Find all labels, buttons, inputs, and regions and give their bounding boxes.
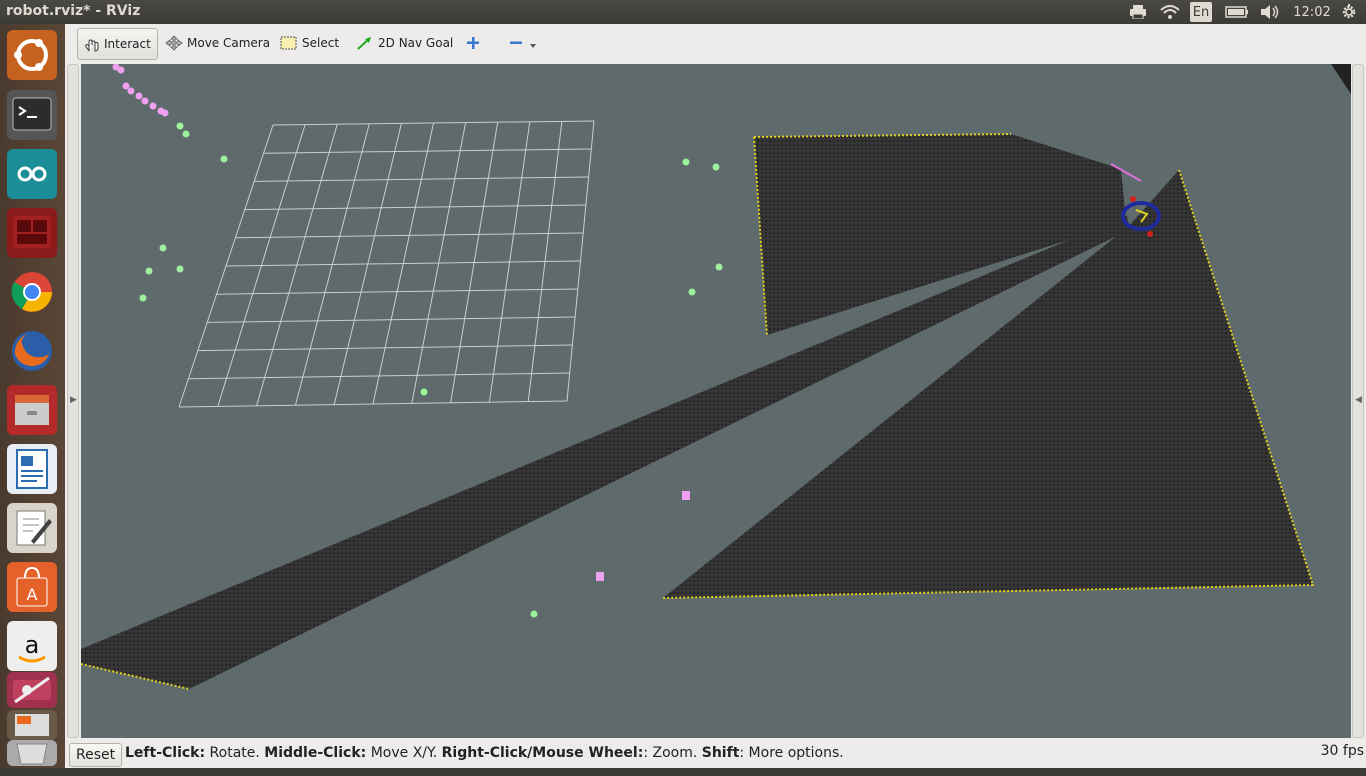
trash-button[interactable] bbox=[7, 740, 57, 766]
waypoint-marker bbox=[139, 294, 147, 302]
wifi-icon[interactable] bbox=[1158, 2, 1182, 22]
nav-goal-arrow-icon bbox=[357, 37, 371, 50]
left-panel-toggle[interactable]: ▶ bbox=[67, 64, 79, 738]
battery-icon[interactable] bbox=[1224, 2, 1250, 22]
3d-viewport[interactable] bbox=[81, 64, 1351, 738]
mouse-hint-text: Left-Click: Rotate. Middle-Click: Move X… bbox=[125, 745, 844, 761]
firefox-button[interactable] bbox=[7, 326, 57, 376]
trajectory-marker bbox=[122, 82, 130, 90]
ubuntu-dash-button[interactable] bbox=[7, 30, 57, 80]
chrome-icon bbox=[11, 272, 52, 312]
waypoint-marker bbox=[530, 610, 538, 618]
amazon-icon: a bbox=[18, 631, 46, 663]
hand-icon bbox=[85, 39, 99, 52]
file-manager-icon bbox=[15, 395, 49, 425]
ground-grid bbox=[178, 120, 595, 408]
amazon-button[interactable]: a bbox=[7, 621, 57, 671]
waypoint-marker bbox=[715, 263, 723, 271]
expand-right-icon: ◀ bbox=[1355, 395, 1362, 405]
waypoint-marker bbox=[712, 163, 720, 171]
expand-left-icon: ▶ bbox=[70, 395, 77, 405]
nav-goal-tool-button[interactable]: 2D Nav Goal bbox=[350, 28, 459, 58]
trajectory-marker bbox=[135, 92, 143, 100]
waypoint-marker bbox=[682, 158, 690, 166]
trajectory-markers bbox=[112, 64, 690, 581]
volume-icon[interactable] bbox=[1258, 2, 1282, 22]
text-editor-button[interactable] bbox=[7, 503, 57, 553]
remove-tool-button[interactable] bbox=[503, 28, 547, 58]
launcher: A a bbox=[0, 24, 65, 768]
trajectory-marker bbox=[141, 97, 149, 105]
clock[interactable]: 12:02 bbox=[1292, 2, 1332, 22]
select-tool-button[interactable]: Select bbox=[274, 28, 345, 58]
text-editor-icon bbox=[16, 510, 52, 546]
printer-icon[interactable] bbox=[1128, 2, 1148, 22]
select-icon bbox=[280, 36, 297, 50]
arduino-button[interactable] bbox=[7, 149, 57, 199]
libreoffice-writer-button[interactable] bbox=[7, 444, 57, 494]
rviz-window: Interact Move Camera Select 2D Nav Goal … bbox=[65, 24, 1366, 768]
hint-key: Right-Click/Mouse Wheel: bbox=[441, 745, 644, 761]
hint-action: : Zoom. bbox=[643, 745, 702, 761]
tool-bar: Interact Move Camera Select 2D Nav Goal bbox=[65, 24, 1366, 64]
move-camera-tool-button[interactable]: Move Camera bbox=[159, 28, 276, 58]
waypoint-marker bbox=[159, 244, 167, 252]
move-camera-icon bbox=[165, 35, 183, 51]
hint-key: Shift bbox=[701, 745, 740, 761]
interact-label: Interact bbox=[104, 37, 151, 51]
waypoint-marker bbox=[176, 265, 184, 273]
terminal-red-icon bbox=[13, 216, 51, 248]
waypoint-marker bbox=[420, 388, 428, 396]
plus-icon bbox=[467, 37, 479, 49]
waypoint-marker bbox=[220, 155, 228, 163]
right-panel-toggle[interactable]: ◀ bbox=[1352, 64, 1364, 738]
terminal-button[interactable] bbox=[7, 90, 57, 140]
keyboard-layout-indicator[interactable]: En bbox=[1190, 2, 1212, 22]
trajectory-marker bbox=[127, 87, 135, 95]
status-bar: Reset Left-Click: Rotate. Middle-Click: … bbox=[65, 740, 1366, 768]
file-manager-button[interactable] bbox=[7, 385, 57, 435]
select-label: Select bbox=[302, 36, 340, 50]
gear-icon[interactable] bbox=[1338, 2, 1360, 22]
minus-icon bbox=[510, 41, 522, 44]
hint-key: Left-Click: bbox=[125, 745, 206, 761]
ubuntu-dash-icon bbox=[14, 39, 48, 71]
trajectory-marker bbox=[682, 491, 690, 500]
svg-text:A: A bbox=[27, 585, 38, 604]
trash-icon bbox=[16, 743, 48, 765]
add-tool-button[interactable] bbox=[460, 28, 490, 58]
waypoint-marker bbox=[176, 122, 184, 130]
trajectory-marker bbox=[596, 572, 604, 581]
chevron-down-icon bbox=[530, 44, 536, 48]
software-center-button[interactable]: A bbox=[7, 562, 57, 612]
hint-action: Move X/Y. bbox=[366, 745, 442, 761]
terminal-red-button[interactable] bbox=[7, 208, 57, 258]
trajectory-marker bbox=[117, 66, 125, 74]
svg-text:a: a bbox=[25, 631, 40, 659]
reset-button[interactable]: Reset bbox=[69, 743, 123, 767]
chrome-button[interactable] bbox=[7, 267, 57, 317]
window-title: robot.rviz* - RViz bbox=[6, 3, 141, 19]
hint-action: Rotate. bbox=[205, 745, 265, 761]
waypoint-marker bbox=[688, 288, 696, 296]
render-canvas bbox=[81, 64, 1351, 690]
interact-tool-button[interactable]: Interact bbox=[77, 28, 158, 60]
terminal-icon bbox=[12, 97, 52, 131]
software-center-icon: A bbox=[16, 566, 48, 607]
waypoint-marker bbox=[182, 130, 190, 138]
top-panel: robot.rviz* - RViz En 12:02 bbox=[0, 0, 1366, 24]
firefox-icon bbox=[12, 331, 52, 371]
hint-action: : More options. bbox=[739, 745, 844, 761]
waypoint-marker bbox=[145, 267, 153, 275]
trajectory-marker bbox=[149, 102, 157, 110]
libreoffice-writer-icon bbox=[16, 449, 48, 489]
move-camera-label: Move Camera bbox=[187, 36, 271, 50]
hint-key: Middle-Click: bbox=[264, 745, 367, 761]
corner-shadow bbox=[1331, 64, 1351, 94]
fps-counter: 30 fps bbox=[1320, 743, 1364, 759]
nav-goal-label: 2D Nav Goal bbox=[378, 36, 454, 50]
arduino-icon bbox=[13, 155, 51, 193]
trajectory-marker bbox=[161, 109, 169, 117]
